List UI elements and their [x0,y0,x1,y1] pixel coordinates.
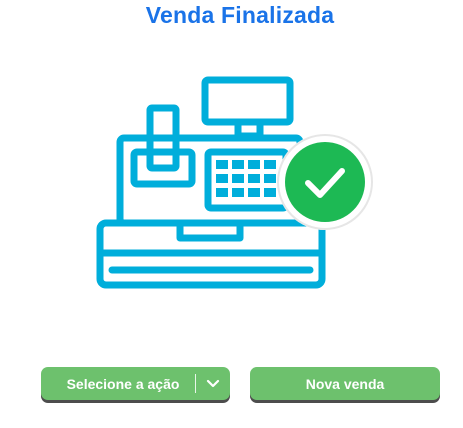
new-sale-button[interactable]: Nova venda [250,367,440,400]
select-action-label: Selecione a ação [66,375,180,392]
select-action-button[interactable]: Selecione a ação [41,367,230,400]
cash-register-icon [96,76,373,289]
page-title: Venda Finalizada [145,2,335,28]
check-circle-icon [277,134,373,230]
new-sale-label: Nova venda [305,375,385,392]
chevron-down-icon[interactable] [196,367,230,400]
